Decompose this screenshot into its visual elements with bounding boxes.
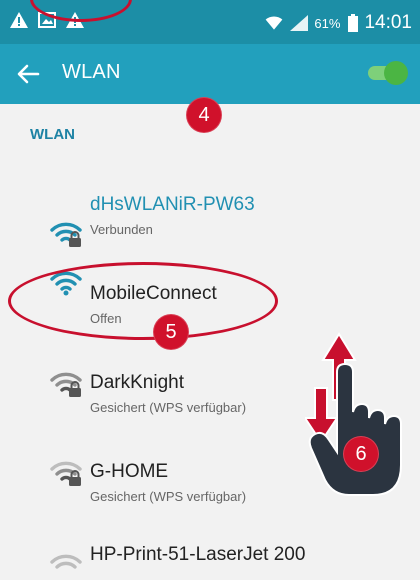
- arrow-left-icon[interactable]: [14, 60, 42, 88]
- scroll-gesture-illustration: [305, 332, 402, 496]
- highlight-ellipse-mobileconnect: [8, 262, 278, 340]
- warning-icon: [10, 12, 28, 28]
- battery-icon: [348, 14, 359, 32]
- section-label: WLAN: [30, 126, 75, 143]
- network-name: G-HOME: [90, 461, 169, 482]
- signal-icon: [290, 15, 309, 31]
- wifi-icon: [266, 16, 283, 30]
- wifi-locked-icon: [50, 222, 82, 247]
- network-item[interactable]: HP-Print-51-LaserJet 200: [0, 540, 420, 575]
- network-status: Gesichert (WPS verfügbar): [90, 400, 247, 415]
- battery-percent: 61%: [314, 15, 341, 31]
- toggle-knob: [384, 61, 408, 85]
- wifi-open-icon: [50, 554, 82, 569]
- network-name: DarkKnight: [90, 372, 184, 393]
- system-status: 61% 14:01: [264, 12, 412, 34]
- network-status: Verbunden: [90, 222, 153, 237]
- wifi-locked-icon: [50, 461, 82, 486]
- wlan-toggle[interactable]: [368, 61, 408, 85]
- network-name: HP-Print-51-LaserJet 200: [90, 544, 306, 565]
- clock: 14:01: [364, 12, 412, 33]
- wifi-locked-icon: [50, 372, 82, 397]
- annotation-badge-4: 4: [186, 97, 222, 133]
- annotation-badge-6: 6: [343, 436, 379, 472]
- network-name: dHsWLANiR-PW63: [90, 194, 255, 215]
- network-status: Gesichert (WPS verfügbar): [90, 489, 247, 504]
- action-bar: WLAN: [0, 44, 420, 104]
- page-title: WLAN: [62, 61, 121, 83]
- annotation-badge-5: 5: [153, 314, 189, 350]
- network-item[interactable]: dHsWLANiR-PW63 Verbunden: [0, 188, 420, 278]
